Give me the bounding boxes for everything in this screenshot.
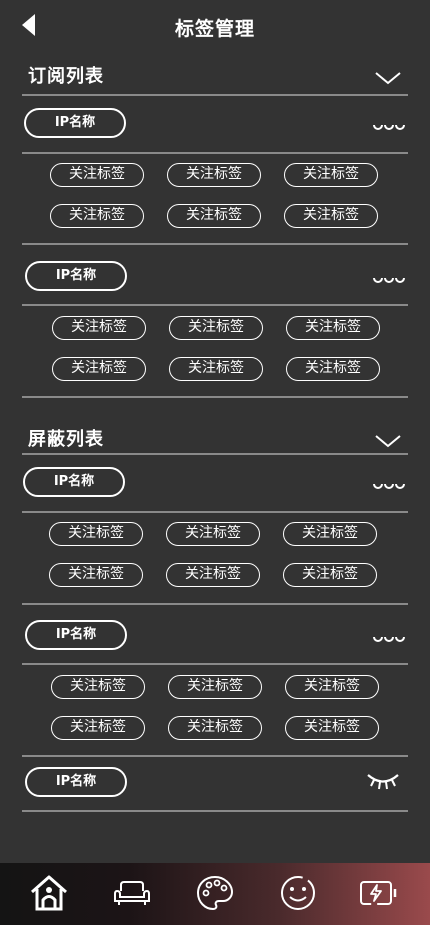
tag-management-screen: 标签管理 订阅列表 IP名称 关注标签 关注标签 关注标签 关注标签 关注标签 … bbox=[0, 0, 430, 925]
closed-eye-icon bbox=[367, 774, 399, 790]
tag-chip[interactable]: 关注标签 bbox=[168, 716, 262, 740]
blocked-tag-grid-1: 关注标签 关注标签 关注标签 关注标签 关注标签 关注标签 bbox=[0, 522, 430, 602]
tag-chip[interactable]: 关注标签 bbox=[51, 716, 145, 740]
page-title: 标签管理 bbox=[174, 18, 255, 40]
divider bbox=[22, 396, 408, 398]
divider bbox=[22, 663, 408, 665]
nav-furniture[interactable] bbox=[112, 873, 152, 913]
more-options-button[interactable] bbox=[372, 116, 406, 130]
ip-name-button[interactable]: IP名称 bbox=[25, 767, 127, 797]
subscribe-collapse-button[interactable] bbox=[374, 70, 402, 86]
ip-name-button[interactable]: IP名称 bbox=[23, 467, 125, 497]
tag-chip[interactable]: 关注标签 bbox=[167, 204, 261, 228]
blocked-collapse-button[interactable] bbox=[374, 433, 402, 449]
tag-chip[interactable]: 关注标签 bbox=[284, 163, 378, 187]
tag-chip[interactable]: 关注标签 bbox=[49, 563, 143, 587]
more-options-button[interactable] bbox=[372, 269, 406, 283]
divider bbox=[22, 304, 408, 306]
more-options-button[interactable] bbox=[372, 628, 406, 642]
divider bbox=[22, 755, 408, 757]
tag-chip[interactable]: 关注标签 bbox=[284, 204, 378, 228]
divider bbox=[22, 453, 408, 455]
tag-chip[interactable]: 关注标签 bbox=[51, 675, 145, 699]
chevron-down-icon bbox=[375, 72, 401, 85]
battery-charging-icon bbox=[360, 881, 397, 905]
subscribe-tag-grid-1: 关注标签 关注标签 关注标签 关注标签 关注标签 关注标签 bbox=[0, 163, 430, 243]
tag-chip[interactable]: 关注标签 bbox=[286, 316, 380, 340]
more-dots-icon bbox=[373, 277, 405, 283]
chevron-down-icon bbox=[375, 435, 401, 448]
subscribe-tag-grid-2: 关注标签 关注标签 关注标签 关注标签 关注标签 关注标签 bbox=[0, 316, 430, 396]
divider bbox=[22, 94, 408, 96]
smiley-icon bbox=[281, 876, 315, 910]
divider bbox=[22, 243, 408, 245]
tag-chip[interactable]: 关注标签 bbox=[52, 357, 146, 381]
sofa-icon bbox=[114, 881, 150, 905]
ip-name-button[interactable]: IP名称 bbox=[24, 108, 126, 138]
tag-chip[interactable]: 关注标签 bbox=[166, 563, 260, 587]
toggle-visibility-button[interactable] bbox=[366, 770, 400, 792]
blocked-tag-grid-2: 关注标签 关注标签 关注标签 关注标签 关注标签 关注标签 bbox=[0, 675, 430, 755]
ip-name-button[interactable]: IP名称 bbox=[25, 620, 127, 650]
subscribe-section-header: 订阅列表 bbox=[0, 56, 430, 92]
tag-chip[interactable]: 关注标签 bbox=[168, 675, 262, 699]
tag-chip[interactable]: 关注标签 bbox=[49, 522, 143, 546]
tag-chip[interactable]: 关注标签 bbox=[286, 357, 380, 381]
more-dots-icon bbox=[373, 636, 405, 642]
nav-emotion[interactable] bbox=[278, 873, 318, 913]
divider bbox=[22, 603, 408, 605]
nav-energy[interactable] bbox=[358, 873, 398, 913]
nav-home[interactable] bbox=[29, 873, 69, 913]
tag-chip[interactable]: 关注标签 bbox=[285, 716, 379, 740]
blocked-ip-row-2: IP名称 bbox=[0, 615, 430, 655]
subscribe-ip-row-1: IP名称 bbox=[0, 103, 430, 143]
header: 标签管理 bbox=[0, 0, 430, 52]
palette-icon bbox=[196, 875, 234, 911]
tag-chip[interactable]: 关注标签 bbox=[283, 522, 377, 546]
home-icon bbox=[31, 875, 67, 911]
subscribe-section-title: 订阅列表 bbox=[28, 66, 104, 87]
tag-chip[interactable]: 关注标签 bbox=[169, 357, 263, 381]
tag-chip[interactable]: 关注标签 bbox=[169, 316, 263, 340]
subscribe-ip-row-2: IP名称 bbox=[0, 256, 430, 296]
blocked-ip-row-1: IP名称 bbox=[0, 462, 430, 502]
blocked-section-header: 屏蔽列表 bbox=[0, 419, 430, 455]
more-dots-icon bbox=[373, 124, 405, 130]
blocked-ip-row-3: IP名称 bbox=[0, 762, 430, 802]
tag-chip[interactable]: 关注标签 bbox=[52, 316, 146, 340]
bottom-navigation bbox=[0, 863, 430, 925]
tag-chip[interactable]: 关注标签 bbox=[50, 163, 144, 187]
divider bbox=[22, 511, 408, 513]
tag-chip[interactable]: 关注标签 bbox=[285, 675, 379, 699]
tag-chip[interactable]: 关注标签 bbox=[167, 163, 261, 187]
tag-chip[interactable]: 关注标签 bbox=[50, 204, 144, 228]
tag-chip[interactable]: 关注标签 bbox=[283, 563, 377, 587]
tag-chip[interactable]: 关注标签 bbox=[166, 522, 260, 546]
divider bbox=[22, 152, 408, 154]
more-options-button[interactable] bbox=[372, 475, 406, 489]
divider bbox=[22, 810, 408, 812]
nav-palette[interactable] bbox=[195, 873, 235, 913]
ip-name-button[interactable]: IP名称 bbox=[25, 261, 127, 291]
more-dots-icon bbox=[373, 483, 405, 489]
blocked-section-title: 屏蔽列表 bbox=[28, 429, 104, 450]
